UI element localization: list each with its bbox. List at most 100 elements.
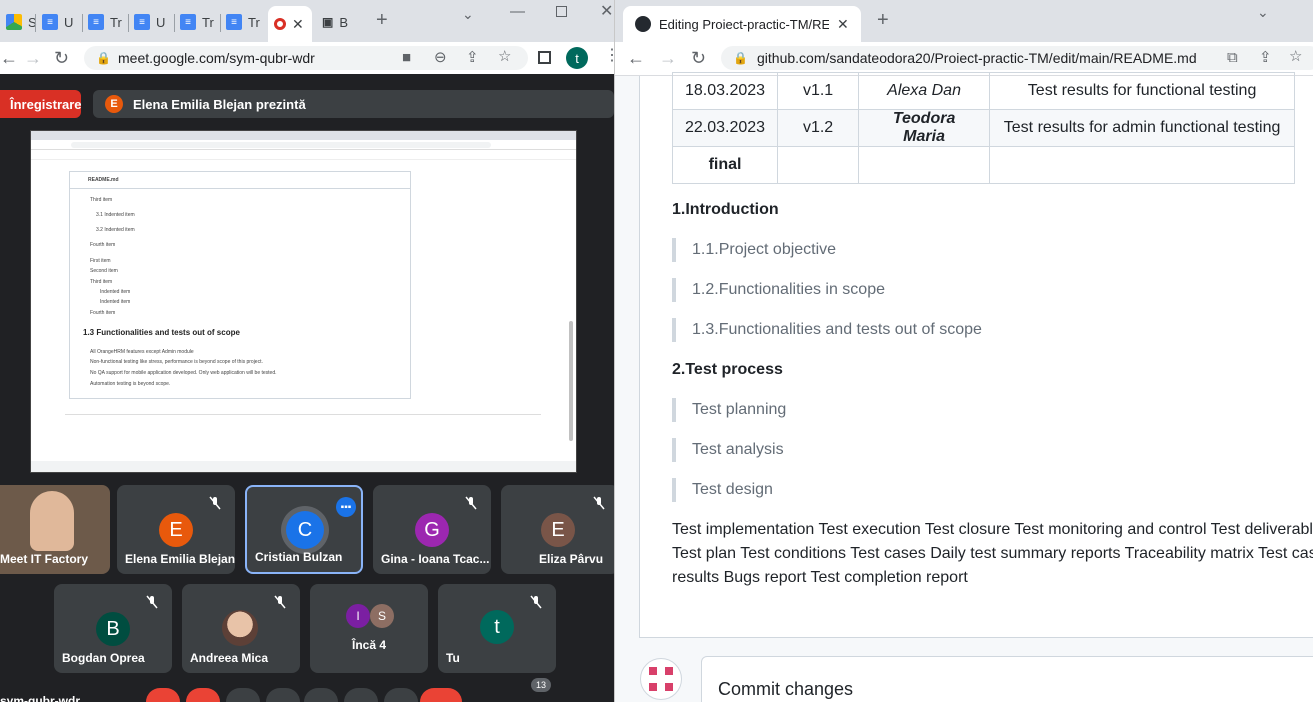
participant-tile-you[interactable]: t Tu (438, 584, 556, 673)
close-window-icon[interactable]: ✕ (600, 4, 613, 20)
avatar (640, 658, 682, 700)
translate-icon[interactable]: ⧉ (1227, 50, 1238, 66)
camera-toggle-button[interactable] (186, 688, 220, 702)
forward-icon[interactable]: → (659, 49, 677, 67)
blockquote-item: Test design (672, 478, 773, 502)
meeting-code: sym-qubr-wdr (0, 694, 81, 702)
camera-icon[interactable]: ■ (402, 50, 411, 66)
present-button[interactable] (304, 688, 338, 702)
docs-icon: ≡ (134, 14, 150, 30)
avatar: I (346, 604, 370, 628)
participant-tile-andreea[interactable]: Andreea Mica (182, 584, 300, 673)
shared-toolbar (31, 140, 576, 150)
participant-tile-gina[interactable]: G Gina - Ioana Tcac... (373, 485, 491, 574)
participant-tile-elena[interactable]: E Elena Emilia Blejan (117, 485, 235, 574)
shared-screen[interactable]: README.md Third item 3.1 Indented item 3… (30, 130, 577, 473)
leave-call-button[interactable] (420, 688, 462, 702)
minimize-icon[interactable]: — (510, 4, 525, 20)
participant-tile-bogdan[interactable]: B Bogdan Oprea (54, 584, 172, 673)
tab-2[interactable]: ≡ U (36, 8, 73, 36)
participant-tile-meet-it-factory[interactable]: Meet IT Factory (0, 485, 110, 574)
presenter-avatar: E (105, 95, 123, 113)
commit-panel: Commit changes (701, 656, 1313, 702)
avatar: E (541, 513, 575, 547)
shared-taskbar (31, 461, 576, 472)
blockquote-item: Test planning (672, 398, 786, 422)
avatar: C (286, 511, 324, 549)
tab-github-editing[interactable]: Editing Proiect-practic-TM/READ ✕ (623, 6, 861, 42)
mic-off-icon (528, 594, 544, 610)
bookmark-star-icon[interactable]: ☆ (1289, 49, 1302, 65)
shared-scrollbar (569, 321, 573, 441)
shared-readme-panel: README.md Third item 3.1 Indented item 3… (69, 171, 411, 399)
docs-icon: ≡ (42, 14, 58, 30)
tab-7[interactable]: ▣ B (316, 8, 348, 36)
avatar: E (159, 513, 193, 547)
tab-meet-active[interactable]: ✕ (268, 6, 312, 42)
avatar: S (370, 604, 394, 628)
profile-avatar[interactable]: t (566, 47, 588, 69)
close-tab-icon[interactable]: ✕ (292, 16, 304, 33)
mic-off-icon (463, 495, 479, 511)
avatar: t (480, 610, 514, 644)
address-bar[interactable]: 🔒 github.com/sandateodora20/Proiect-prac… (721, 46, 1313, 70)
share-icon[interactable]: ⇪ (1259, 50, 1272, 66)
url-text: github.com/sandateodora20/Proiect-practi… (757, 50, 1197, 66)
speaking-indicator-icon: ▪▪▪ (336, 497, 356, 517)
participant-tile-cristian[interactable]: ▪▪▪ C Cristian Bulzan (245, 485, 363, 574)
blockquote-item: Test analysis (672, 438, 784, 462)
back-icon[interactable]: ← (0, 49, 18, 67)
side-panel-icon[interactable] (538, 51, 551, 64)
commit-title: Commit changes (718, 679, 854, 699)
new-tab-icon[interactable]: + (376, 10, 388, 30)
participant-tile-more[interactable]: I S Încă 4 (310, 584, 428, 673)
github-icon (635, 16, 651, 32)
reload-icon[interactable]: ↻ (54, 49, 69, 67)
blockquote-item: 1.3.Functionalities and tests out of sco… (672, 318, 982, 342)
right-tab-strip: Editing Proiect-practic-TM/READ ✕ + ⌄ (615, 0, 1313, 42)
bookmark-star-icon[interactable]: ☆ (498, 49, 511, 65)
google-drive-icon (6, 14, 22, 30)
captions-button[interactable] (226, 688, 260, 702)
tab-4[interactable]: ≡ U (128, 8, 165, 36)
shared-bookmarks (31, 150, 576, 160)
meet-tab-icon: ▣ (322, 15, 334, 29)
docs-icon: ≡ (180, 14, 196, 30)
lock-icon: 🔒 (96, 51, 111, 65)
back-icon[interactable]: ← (627, 49, 645, 67)
close-tab-icon[interactable]: ✕ (837, 16, 849, 33)
new-tab-icon[interactable]: + (877, 10, 889, 30)
emoji-button[interactable] (266, 688, 300, 702)
mic-off-icon (591, 495, 607, 511)
participant-tile-eliza[interactable]: E Eliza Pârvu (501, 485, 614, 574)
info-button[interactable] (484, 688, 518, 702)
people-count-badge: 13 (531, 678, 551, 692)
forward-icon[interactable]: → (24, 49, 42, 67)
section-heading: 1.Introduction (672, 201, 779, 218)
mic-toggle-button[interactable] (146, 688, 180, 702)
tab-1[interactable]: S (0, 8, 37, 36)
address-bar[interactable]: 🔒 meet.google.com/sym-qubr-wdr (84, 46, 528, 70)
docs-icon: ≡ (226, 14, 242, 30)
version-table: 18.03.2023 v1.1 Alexa Dan Test results f… (671, 72, 1296, 184)
chat-button[interactable] (556, 688, 590, 702)
table-row: 18.03.2023 v1.1 Alexa Dan Test results f… (671, 72, 1296, 110)
avatar (222, 610, 258, 646)
tab-5[interactable]: ≡ Tr (174, 8, 214, 36)
more-menu-icon[interactable]: ⋮ (604, 48, 614, 64)
share-icon[interactable]: ⇪ (466, 50, 479, 66)
tab-3[interactable]: ≡ Tr (82, 8, 122, 36)
github-window: Editing Proiect-practic-TM/READ ✕ + ⌄ ← … (614, 0, 1313, 702)
raise-hand-button[interactable] (344, 688, 378, 702)
reload-icon[interactable]: ↻ (691, 49, 706, 67)
mic-off-icon (207, 495, 223, 511)
maximize-icon[interactable] (556, 6, 567, 17)
tab-6[interactable]: ≡ Tr (220, 8, 260, 36)
chevron-down-icon[interactable]: ⌄ (1257, 4, 1269, 20)
chevron-down-icon[interactable]: ⌄ (462, 6, 474, 22)
presentation-banner: E Elena Emilia Blejan prezintă (93, 90, 614, 118)
more-options-button[interactable] (384, 688, 418, 702)
recording-icon (274, 18, 286, 30)
zoom-icon[interactable]: ⊖ (434, 50, 447, 66)
readme-preview: 18.03.2023 v1.1 Alexa Dan Test results f… (639, 72, 1313, 638)
